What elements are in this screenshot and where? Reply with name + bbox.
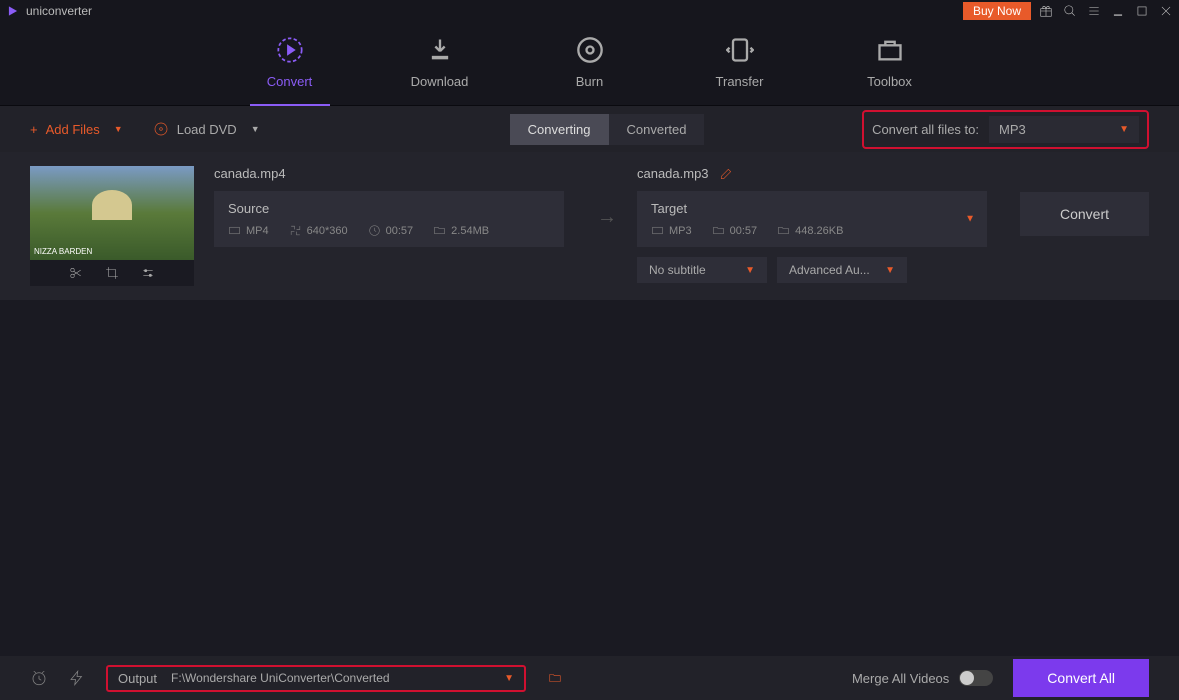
open-folder-icon[interactable] <box>546 671 564 685</box>
load-dvd-button[interactable]: Load DVD ▼ <box>153 121 260 137</box>
tab-converting[interactable]: Converting <box>510 114 609 145</box>
bottom-bar: Output F:\Wondershare UniConverter\Conve… <box>0 656 1179 700</box>
nav-label: Toolbox <box>867 74 912 89</box>
app-title: uniconverter <box>26 4 963 18</box>
effects-icon[interactable] <box>141 266 155 280</box>
output-path-area: Output F:\Wondershare UniConverter\Conve… <box>106 665 526 692</box>
convert-icon <box>276 36 304 64</box>
nav-label: Transfer <box>716 74 764 89</box>
folder-icon <box>433 224 446 237</box>
file-list: NIZZA BARDEN canada.mp4 Source MP4 640*3… <box>0 152 1179 300</box>
source-resolution: 640*360 <box>307 225 348 237</box>
burn-icon <box>576 36 604 64</box>
close-icon[interactable] <box>1159 4 1173 18</box>
format-select[interactable]: MP3 ▼ <box>989 116 1139 143</box>
plus-icon: + <box>30 122 38 137</box>
chevron-down-icon: ▼ <box>114 124 123 134</box>
arrow-right-icon: → <box>597 206 617 229</box>
convert-button[interactable]: Convert <box>1020 192 1149 236</box>
add-files-label: Add Files <box>46 122 100 137</box>
status-tabs: Converting Converted <box>510 114 705 145</box>
merge-label: Merge All Videos <box>852 671 949 686</box>
file-row: NIZZA BARDEN canada.mp4 Source MP4 640*3… <box>30 166 1149 286</box>
merge-videos-area: Merge All Videos <box>852 670 993 686</box>
video-icon <box>228 224 241 237</box>
speed-icon[interactable] <box>68 669 86 687</box>
source-filename: canada.mp4 <box>214 166 577 181</box>
nav-label: Burn <box>576 74 603 89</box>
toolbar: + Add Files ▼ Load DVD ▼ Converting Conv… <box>0 106 1179 152</box>
tab-converted[interactable]: Converted <box>609 114 705 145</box>
edit-icon[interactable] <box>719 167 733 181</box>
audio-select[interactable]: Advanced Au... ▼ <box>777 257 907 283</box>
convert-all-label: Convert all files to: <box>872 122 979 137</box>
audio-value: Advanced Au... <box>789 263 870 277</box>
subtitle-select[interactable]: No subtitle ▼ <box>637 257 767 283</box>
output-path: F:\Wondershare UniConverter\Converted <box>171 671 490 685</box>
convert-column: Convert <box>1020 166 1149 236</box>
format-value: MP3 <box>999 122 1026 137</box>
target-format: MP3 <box>669 225 692 237</box>
target-column: canada.mp3 Target MP3 00:57 448.26KB ▼ N… <box>637 166 1000 283</box>
download-icon <box>426 36 454 64</box>
load-dvd-label: Load DVD <box>177 122 237 137</box>
tab-toolbox[interactable]: Toolbox <box>850 36 930 105</box>
source-column: canada.mp4 Source MP4 640*360 00:57 2.54… <box>214 166 577 247</box>
gift-icon[interactable] <box>1039 4 1053 18</box>
target-size: 448.26KB <box>795 225 843 237</box>
chevron-down-icon: ▼ <box>745 265 755 276</box>
source-size: 2.54MB <box>451 225 489 237</box>
resolution-icon <box>289 224 302 237</box>
convert-all-format-area: Convert all files to: MP3 ▼ <box>862 110 1149 149</box>
source-duration: 00:57 <box>386 225 414 237</box>
nav-label: Download <box>411 74 469 89</box>
tab-download[interactable]: Download <box>400 36 480 105</box>
nav-label: Convert <box>267 74 313 89</box>
folder-icon <box>777 224 790 237</box>
chevron-down-icon[interactable]: ▼ <box>965 214 975 225</box>
menu-icon[interactable] <box>1087 4 1101 18</box>
merge-toggle[interactable] <box>959 670 993 686</box>
alarm-icon[interactable] <box>30 669 48 687</box>
add-files-button[interactable]: + Add Files ▼ <box>30 122 123 137</box>
app-logo-icon <box>6 4 20 18</box>
minimize-icon[interactable] <box>1111 4 1125 18</box>
source-format: MP4 <box>246 225 269 237</box>
target-filename: canada.mp3 <box>637 166 709 181</box>
target-title: Target <box>651 201 973 216</box>
chevron-down-icon: ▼ <box>251 124 260 134</box>
main-nav: Convert Download Burn Transfer Toolbox <box>0 22 1179 106</box>
disc-icon <box>153 121 169 137</box>
folder-icon <box>712 224 725 237</box>
source-title: Source <box>228 201 550 216</box>
clock-icon <box>368 224 381 237</box>
thumb-tools <box>30 260 194 286</box>
tab-convert[interactable]: Convert <box>250 36 330 106</box>
subtitle-value: No subtitle <box>649 263 706 277</box>
buy-now-button[interactable]: Buy Now <box>963 2 1031 20</box>
thumbnail-wrap: NIZZA BARDEN <box>30 166 194 286</box>
trim-icon[interactable] <box>69 266 83 280</box>
toolbox-icon <box>876 36 904 64</box>
tab-transfer[interactable]: Transfer <box>700 36 780 105</box>
chevron-down-icon[interactable]: ▼ <box>504 673 514 684</box>
source-info-box: Source MP4 640*360 00:57 2.54MB <box>214 191 564 247</box>
transfer-icon <box>726 36 754 64</box>
target-info-box[interactable]: Target MP3 00:57 448.26KB ▼ <box>637 191 987 247</box>
chevron-down-icon: ▼ <box>1119 124 1129 135</box>
convert-all-button[interactable]: Convert All <box>1013 659 1149 697</box>
titlebar: uniconverter Buy Now <box>0 0 1179 22</box>
crop-icon[interactable] <box>105 266 119 280</box>
output-label: Output <box>118 671 157 686</box>
tab-burn[interactable]: Burn <box>550 36 630 105</box>
maximize-icon[interactable] <box>1135 4 1149 18</box>
video-icon <box>651 224 664 237</box>
video-thumbnail[interactable]: NIZZA BARDEN <box>30 166 194 260</box>
target-duration: 00:57 <box>730 225 758 237</box>
chevron-down-icon: ▼ <box>885 265 895 276</box>
arrow-column: → <box>597 166 617 229</box>
search-icon[interactable] <box>1063 4 1077 18</box>
